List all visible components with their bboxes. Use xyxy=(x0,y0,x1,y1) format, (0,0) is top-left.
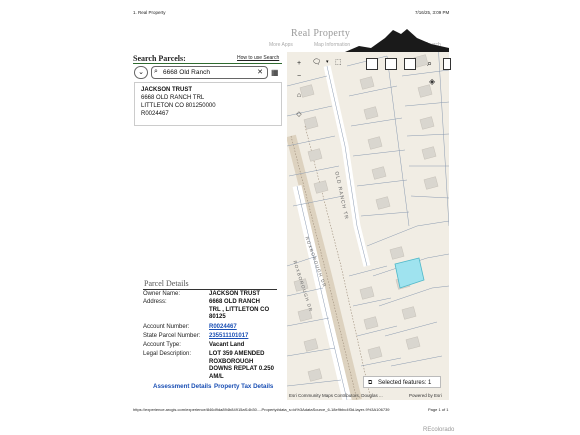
account-number-label: Account Number: xyxy=(143,324,190,330)
mountain-logo-icon xyxy=(345,29,449,52)
tool-button-4[interactable] xyxy=(443,58,451,70)
locate-icon[interactable]: ◇ xyxy=(293,110,305,120)
home-icon[interactable]: ⌂ xyxy=(293,91,305,101)
zoom-out-icon[interactable]: − xyxy=(293,72,305,82)
dropdown-caret-icon[interactable]: ▾ xyxy=(326,59,329,65)
result-account: R0024467 xyxy=(141,111,169,117)
result-owner: JACKSON TRUST xyxy=(141,87,193,93)
search-panel-divider xyxy=(133,63,282,64)
map-view[interactable]: OLD RANCH TR ROXBOROUGH DR ROXBOROUGH DR xyxy=(287,26,449,400)
parcel-map xyxy=(287,26,449,400)
clear-icon[interactable]: ✕ xyxy=(257,68,263,76)
search-value: 6668 Old Ranch xyxy=(163,69,210,76)
tool-button-1[interactable] xyxy=(366,58,378,70)
search-panel-title: Search Parcels: xyxy=(133,54,186,63)
assessment-details-link[interactable]: Assessment Details xyxy=(153,383,211,390)
tool-button-2[interactable] xyxy=(385,58,397,70)
search-input[interactable]: ⌕ 6668 Old Ranch ✕ xyxy=(151,66,268,79)
account-type-value: Vacant Land xyxy=(209,342,245,348)
recolorado-watermark: REcolorado xyxy=(423,427,455,433)
layers-icon[interactable]: ◈ xyxy=(429,77,435,86)
selected-features-badge[interactable]: ⧉ Selected features: 1 xyxy=(363,376,441,388)
account-type-label: Account Type: xyxy=(143,342,181,348)
print-header-title: 1. Real Property xyxy=(133,10,166,15)
selected-features-text: Selected features: 1 xyxy=(378,380,432,386)
print-footer-page: Page 1 of 1 xyxy=(428,407,449,412)
print-header-datetime: 7/16/25, 3:09 PM xyxy=(415,10,450,15)
property-tax-details-link[interactable]: Property Tax Details xyxy=(214,383,273,390)
legal-description-label: Legal Description: xyxy=(143,351,192,357)
tool-button-3[interactable] xyxy=(404,58,416,70)
select-icon[interactable]: ⬚ xyxy=(335,58,342,66)
state-parcel-link[interactable]: 235511101017 xyxy=(209,333,283,341)
parcel-details-title: Parcel Details xyxy=(144,279,189,288)
powered-by-esri[interactable]: Powered by Esri xyxy=(409,393,442,398)
search-icon[interactable]: ⌕ xyxy=(427,58,432,69)
legal-description-value: LOT 359 AMENDED ROXBOROUGH DOWNS REPLAT … xyxy=(209,351,274,380)
magnifier-icon: ⌕ xyxy=(154,68,158,75)
owner-name-label: Owner Name: xyxy=(143,291,181,297)
grid-icon[interactable]: ▦ xyxy=(271,68,279,77)
state-parcel-label: State Parcel Number: xyxy=(143,333,201,339)
result-address-1: 6668 OLD RANCH TRL xyxy=(141,95,205,101)
chevron-down-icon[interactable]: ⌄ xyxy=(134,66,148,79)
app-title: Real Property xyxy=(291,28,351,39)
zoom-in-icon[interactable]: + xyxy=(293,59,305,69)
nav-more-apps[interactable]: More Apps xyxy=(269,42,293,48)
search-result[interactable]: JACKSON TRUST 6668 OLD RANCH TRL LITTLET… xyxy=(134,82,282,126)
parcel-details-divider xyxy=(143,289,277,290)
result-address-2: LITTLETON CO 801250000 xyxy=(141,103,216,109)
address-label: Address: xyxy=(143,299,167,305)
how-to-search-link[interactable]: How to use Search xyxy=(237,55,279,61)
address-value: 6668 OLD RANCH TRL , LITTLETON CO 80125 xyxy=(209,299,270,321)
chat-icon[interactable]: 🗨 xyxy=(312,58,321,66)
account-number-link[interactable]: R0024467 xyxy=(209,324,283,332)
owner-name-value: JACKSON TRUST xyxy=(209,291,261,297)
map-attribution: Esri Community Maps Contributors, Dougla… xyxy=(289,393,383,398)
selection-icon: ⧉ xyxy=(368,380,373,386)
print-footer-url: https://experience.arcgis.com/experience… xyxy=(133,407,390,412)
